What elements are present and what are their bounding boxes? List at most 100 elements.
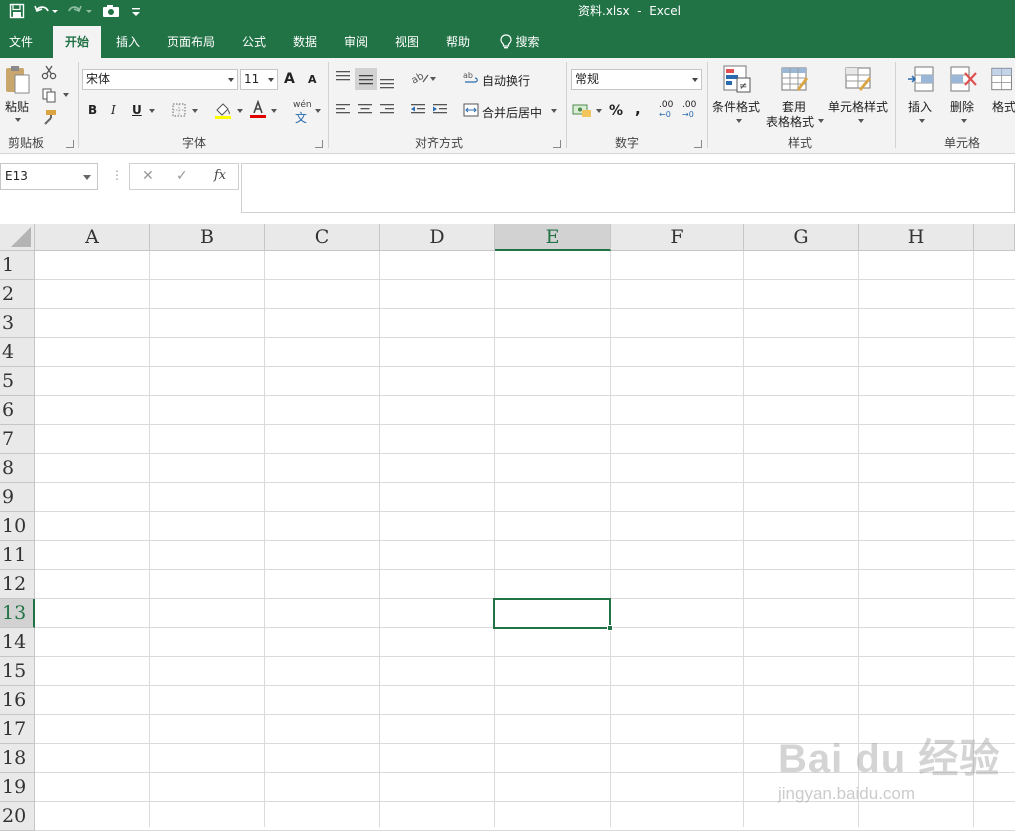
column-header-h[interactable]: H bbox=[859, 224, 974, 251]
align-left-icon[interactable] bbox=[334, 102, 352, 118]
cell-styles-label[interactable]: 单元格样式 bbox=[828, 98, 888, 115]
wrap-text-icon[interactable]: ab bbox=[463, 69, 479, 87]
row-header-4[interactable]: 4 bbox=[0, 338, 35, 367]
decrease-indent-icon[interactable] bbox=[409, 102, 427, 118]
column-header-b[interactable]: B bbox=[150, 224, 265, 251]
font-size-dropdown[interactable]: 11 bbox=[240, 69, 278, 90]
align-middle-icon[interactable] bbox=[355, 68, 377, 90]
row-header-14[interactable]: 14 bbox=[0, 628, 35, 657]
alignment-launcher-icon[interactable] bbox=[553, 140, 561, 148]
insert-cells-label[interactable]: 插入 bbox=[908, 98, 932, 115]
shrink-font-button[interactable]: A bbox=[308, 73, 317, 86]
accounting-dropdown-icon[interactable] bbox=[596, 109, 602, 113]
name-box[interactable]: E13 bbox=[0, 163, 98, 190]
format-cells-label[interactable]: 格式 bbox=[992, 98, 1015, 115]
row-header-11[interactable]: 11 bbox=[0, 541, 35, 570]
format-as-table-label-line2[interactable]: 表格格式 bbox=[766, 113, 814, 130]
delete-cells-icon[interactable] bbox=[948, 64, 978, 94]
align-center-icon[interactable] bbox=[356, 102, 374, 118]
undo-icon[interactable] bbox=[30, 1, 62, 21]
delete-dropdown-icon[interactable] bbox=[961, 119, 967, 123]
customize-qat-icon[interactable] bbox=[126, 1, 146, 21]
orientation-dropdown-icon[interactable] bbox=[430, 77, 436, 81]
format-as-table-dropdown-icon[interactable] bbox=[818, 119, 824, 123]
orientation-icon[interactable]: ab bbox=[410, 69, 430, 87]
tell-me-search[interactable]: 搜索 bbox=[494, 26, 546, 58]
font-launcher-icon[interactable] bbox=[315, 140, 323, 148]
percent-style-button[interactable]: % bbox=[609, 103, 623, 119]
grow-font-button[interactable]: A bbox=[284, 71, 295, 87]
font-color-icon[interactable] bbox=[249, 100, 267, 120]
cell-styles-icon[interactable] bbox=[844, 64, 874, 94]
fill-color-icon[interactable] bbox=[213, 100, 233, 120]
phonetic-dropdown-icon[interactable] bbox=[315, 109, 321, 113]
tab-data[interactable]: 数据 bbox=[283, 26, 327, 58]
align-bottom-icon[interactable] bbox=[378, 72, 396, 90]
select-all-button[interactable] bbox=[0, 224, 35, 251]
row-header-16[interactable]: 16 bbox=[0, 686, 35, 715]
tab-formulas[interactable]: 公式 bbox=[232, 26, 276, 58]
row-header-7[interactable]: 7 bbox=[0, 425, 35, 454]
conditional-formatting-icon[interactable]: ≠ bbox=[722, 64, 752, 94]
align-top-icon[interactable] bbox=[334, 68, 352, 86]
tab-review[interactable]: 审阅 bbox=[334, 26, 378, 58]
decrease-decimal-button[interactable]: .00 bbox=[682, 100, 696, 110]
merge-dropdown-icon[interactable] bbox=[551, 109, 557, 113]
format-painter-icon[interactable] bbox=[40, 108, 58, 126]
format-as-table-icon[interactable] bbox=[780, 64, 810, 94]
formula-input[interactable] bbox=[241, 163, 1015, 213]
conditional-formatting-label[interactable]: 条件格式 bbox=[712, 98, 760, 115]
borders-dropdown-icon[interactable] bbox=[192, 109, 198, 113]
insert-cells-icon[interactable] bbox=[906, 64, 936, 94]
cut-icon[interactable] bbox=[40, 63, 58, 81]
italic-button[interactable]: I bbox=[111, 103, 116, 117]
copy-dropdown-icon[interactable] bbox=[63, 93, 69, 97]
column-header-g[interactable]: G bbox=[744, 224, 859, 251]
formula-bar-grip-icon[interactable]: ⋮ bbox=[111, 168, 123, 182]
wrap-text-label[interactable]: 自动换行 bbox=[482, 72, 530, 89]
format-cells-icon[interactable] bbox=[990, 64, 1015, 94]
save-icon[interactable] bbox=[6, 1, 28, 21]
row-header-8[interactable]: 8 bbox=[0, 454, 35, 483]
conditional-formatting-dropdown-icon[interactable] bbox=[736, 119, 742, 123]
bold-button[interactable]: B bbox=[88, 103, 97, 117]
row-header-18[interactable]: 18 bbox=[0, 744, 35, 773]
cancel-icon[interactable]: ✕ bbox=[142, 168, 154, 184]
row-header-15[interactable]: 15 bbox=[0, 657, 35, 686]
fill-handle[interactable] bbox=[607, 625, 613, 631]
font-color-dropdown-icon[interactable] bbox=[271, 109, 277, 113]
row-header-13[interactable]: 13 bbox=[0, 599, 35, 628]
column-header-next[interactable] bbox=[974, 224, 1015, 251]
row-header-1[interactable]: 1 bbox=[0, 251, 35, 280]
comma-style-button[interactable]: , bbox=[635, 100, 641, 118]
borders-icon[interactable] bbox=[171, 102, 187, 118]
tab-help[interactable]: 帮助 bbox=[436, 26, 480, 58]
paste-dropdown-icon[interactable] bbox=[15, 118, 21, 122]
underline-dropdown-icon[interactable] bbox=[149, 109, 155, 113]
enter-icon[interactable]: ✓ bbox=[176, 168, 188, 184]
copy-icon[interactable] bbox=[40, 86, 58, 104]
row-header-6[interactable]: 6 bbox=[0, 396, 35, 425]
tab-page-layout[interactable]: 页面布局 bbox=[160, 26, 222, 58]
merge-center-icon[interactable] bbox=[463, 102, 479, 118]
active-cell[interactable] bbox=[493, 598, 613, 631]
underline-button[interactable]: U bbox=[132, 103, 142, 117]
cell-styles-dropdown-icon[interactable] bbox=[858, 119, 864, 123]
paste-label[interactable]: 粘贴 bbox=[5, 98, 29, 115]
font-name-dropdown[interactable]: 宋体 bbox=[82, 69, 238, 90]
row-header-10[interactable]: 10 bbox=[0, 512, 35, 541]
chevron-down-icon[interactable] bbox=[83, 175, 91, 180]
merge-center-label[interactable]: 合并后居中 bbox=[482, 104, 542, 121]
row-header-2[interactable]: 2 bbox=[0, 280, 35, 309]
column-header-a[interactable]: A bbox=[35, 224, 150, 251]
row-header-19[interactable]: 19 bbox=[0, 773, 35, 802]
row-header-5[interactable]: 5 bbox=[0, 367, 35, 396]
clipboard-launcher-icon[interactable] bbox=[66, 140, 74, 148]
row-header-12[interactable]: 12 bbox=[0, 570, 35, 599]
increase-decimal-button[interactable]: .00 bbox=[659, 100, 673, 110]
column-header-c[interactable]: C bbox=[265, 224, 380, 251]
row-header-3[interactable]: 3 bbox=[0, 309, 35, 338]
row-header-17[interactable]: 17 bbox=[0, 715, 35, 744]
tab-home[interactable]: 开始 bbox=[53, 26, 101, 58]
column-header-d[interactable]: D bbox=[380, 224, 495, 251]
